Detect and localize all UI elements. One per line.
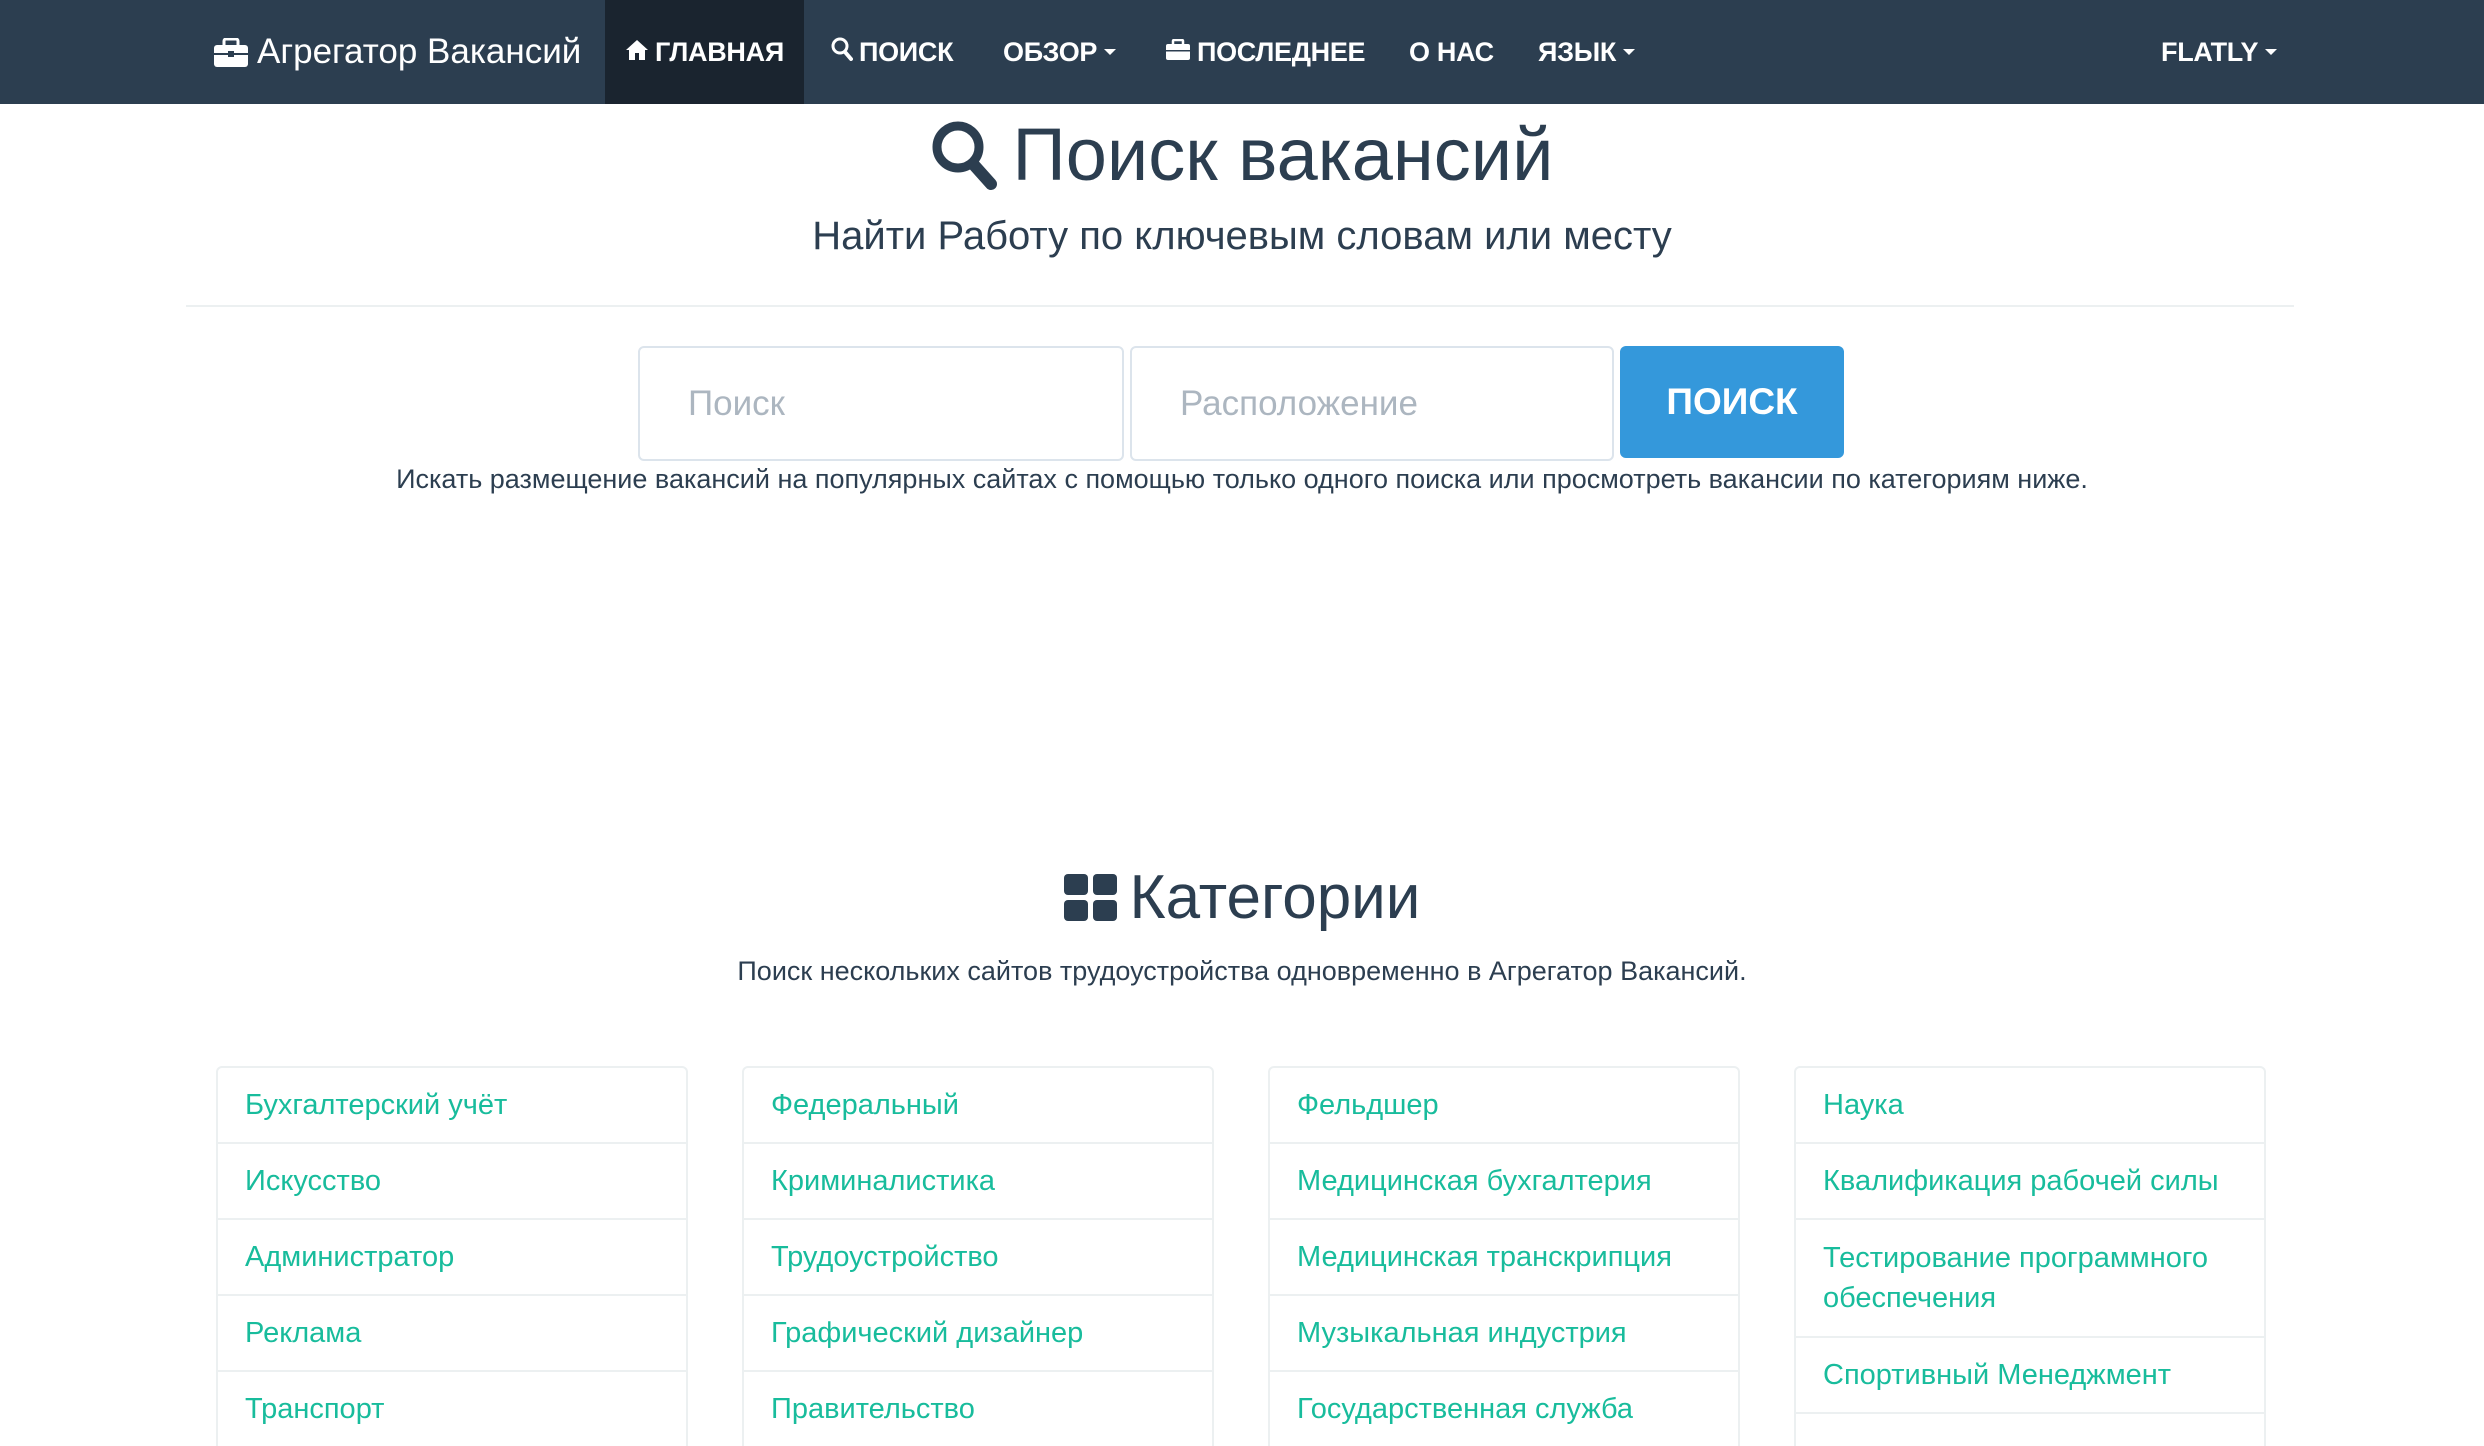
search-button[interactable]: ПОИСК bbox=[1620, 346, 1844, 458]
briefcase-icon bbox=[213, 37, 249, 67]
category-list-3: Фельдшер Медицинская бухгалтерия Медицин… bbox=[1268, 1066, 1740, 1446]
category-link[interactable]: Искусство bbox=[216, 1142, 688, 1220]
nav-theme-dropdown[interactable]: FLATLY bbox=[2161, 0, 2278, 104]
category-link[interactable]: Транспорт bbox=[216, 1370, 688, 1446]
categories-subtitle: Поиск нескольких сайтов трудоустройства … bbox=[737, 956, 1747, 986]
category-link[interactable]: Тестирование программного обеспечения bbox=[1794, 1218, 2266, 1338]
caret-down-icon bbox=[1623, 49, 1636, 55]
nav-search-label: ПОИСК bbox=[859, 36, 954, 67]
search-icon bbox=[932, 121, 997, 190]
category-link[interactable] bbox=[1794, 1412, 2266, 1446]
nav-latest-label: ПОСЛЕДНЕЕ bbox=[1197, 36, 1366, 67]
category-link[interactable]: Реклама bbox=[216, 1294, 688, 1372]
category-list-2: Федеральный Криминалистика Трудоустройст… bbox=[742, 1066, 1214, 1446]
caret-down-icon bbox=[2265, 49, 2278, 55]
nav-about-label: О НАС bbox=[1409, 36, 1494, 67]
brand-label: Агрегатор Вакансий bbox=[257, 32, 582, 71]
category-link[interactable]: Администратор bbox=[216, 1218, 688, 1296]
top-navbar: Агрегатор Вакансий ГЛАВНАЯ ПОИСК ОБЗОР П… bbox=[0, 0, 2484, 104]
nav-language-label: ЯЗЫК bbox=[1538, 36, 1617, 67]
location-input[interactable] bbox=[1130, 346, 1614, 461]
category-link[interactable]: Медицинская бухгалтерия bbox=[1268, 1142, 1740, 1220]
search-input[interactable] bbox=[638, 346, 1124, 461]
page-title-text: Поиск вакансий bbox=[1012, 113, 1554, 196]
caret-down-icon bbox=[1104, 49, 1117, 55]
search-icon bbox=[831, 37, 853, 68]
category-link[interactable]: Трудоустройство bbox=[742, 1218, 1214, 1296]
grid-icon bbox=[1063, 873, 1117, 921]
nav-about[interactable]: О НАС bbox=[1409, 0, 1494, 104]
category-link[interactable]: Криминалистика bbox=[742, 1142, 1214, 1220]
categories-title: Категории bbox=[0, 862, 2484, 933]
brand-link[interactable]: Агрегатор Вакансий bbox=[213, 0, 581, 104]
category-link[interactable]: Правительство bbox=[742, 1370, 1214, 1446]
page-title: Поиск вакансий bbox=[0, 112, 2484, 197]
nav-theme-label: FLATLY bbox=[2161, 36, 2259, 67]
category-link[interactable]: Бухгалтерский учёт bbox=[216, 1066, 688, 1144]
category-link[interactable]: Федеральный bbox=[742, 1066, 1214, 1144]
nav-browse-dropdown[interactable]: ОБЗОР bbox=[1003, 0, 1117, 104]
divider bbox=[186, 305, 2294, 307]
categories-title-text: Категории bbox=[1129, 863, 1421, 932]
nav-browse-label: ОБЗОР bbox=[1003, 36, 1098, 67]
page-subtitle: Найти Работу по ключевым словам или мест… bbox=[812, 214, 1672, 258]
nav-home[interactable]: ГЛАВНАЯ bbox=[605, 0, 804, 104]
category-link[interactable]: Графический дизайнер bbox=[742, 1294, 1214, 1372]
nav-search[interactable]: ПОИСК bbox=[831, 0, 954, 104]
nav-latest[interactable]: ПОСЛЕДНЕЕ bbox=[1165, 0, 1366, 104]
nav-language-dropdown[interactable]: ЯЗЫК bbox=[1538, 0, 1636, 104]
category-list-4: Наука Квалификация рабочей силы Тестиров… bbox=[1794, 1066, 2266, 1446]
category-link[interactable]: Наука bbox=[1794, 1066, 2266, 1144]
category-list-1: Бухгалтерский учёт Искусство Администрат… bbox=[216, 1066, 688, 1446]
category-link[interactable]: Квалификация рабочей силы bbox=[1794, 1142, 2266, 1220]
category-link[interactable]: Спортивный Менеджмент bbox=[1794, 1336, 2266, 1414]
category-link[interactable]: Музыкальная индустрия bbox=[1268, 1294, 1740, 1372]
search-help-text: Искать размещение вакансий на популярных… bbox=[396, 464, 2088, 494]
home-icon bbox=[625, 37, 649, 68]
category-link[interactable]: Медицинская транскрипция bbox=[1268, 1218, 1740, 1296]
briefcase-icon bbox=[1165, 37, 1191, 68]
category-link[interactable]: Фельдшер bbox=[1268, 1066, 1740, 1144]
nav-home-label: ГЛАВНАЯ bbox=[655, 36, 784, 67]
category-link[interactable]: Государственная служба bbox=[1268, 1370, 1740, 1446]
